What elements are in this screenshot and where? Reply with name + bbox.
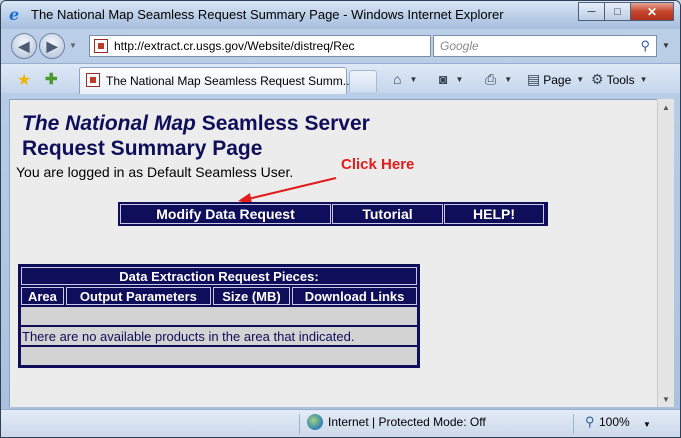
- rss-feed-icon: ◙: [439, 71, 448, 87]
- home-icon: ⌂: [393, 71, 402, 87]
- recent-pages-dropdown-icon[interactable]: ▼: [69, 41, 77, 50]
- search-input[interactable]: Google ⚲: [433, 35, 657, 57]
- gear-icon: ⚙: [591, 71, 604, 87]
- column-header-area: Area: [21, 287, 64, 305]
- new-tab-button[interactable]: [349, 70, 377, 92]
- tab-row: ★ ✚ The National Map Seamless Request Su…: [1, 63, 680, 94]
- table-header-row: Area Output Parameters Size (MB) Downloa…: [21, 287, 417, 305]
- page-dropdown-icon: ▼: [576, 75, 585, 84]
- status-divider: [299, 414, 300, 434]
- search-provider-dropdown-icon[interactable]: ▼: [662, 41, 670, 50]
- close-button[interactable]: ✕: [630, 2, 674, 21]
- zoom-level[interactable]: 100%: [599, 415, 630, 429]
- tab-favicon-icon: [86, 73, 100, 87]
- table-title-row: Data Extraction Request Pieces:: [21, 267, 417, 285]
- feeds-dropdown-icon[interactable]: ▼: [455, 75, 463, 84]
- feeds-button[interactable]: ◙ ▼: [439, 71, 463, 87]
- window-controls: ─ □ ✕: [578, 2, 674, 21]
- table-row: [21, 347, 417, 365]
- address-url[interactable]: http://extract.cr.usgs.gov/Website/distr…: [114, 39, 366, 53]
- tab-label: The National Map Seamless Request Summ..…: [106, 74, 353, 88]
- maximize-button[interactable]: □: [604, 2, 631, 21]
- request-pieces-table: Data Extraction Request Pieces: Area Out…: [18, 264, 420, 368]
- empty-cell: [21, 347, 417, 365]
- page-viewport: The National Map Seamless Server Request…: [9, 99, 657, 407]
- empty-cell: [21, 307, 417, 325]
- back-arrow-icon: ◀: [18, 37, 30, 54]
- security-zone-text[interactable]: Internet | Protected Mode: Off: [328, 415, 486, 429]
- column-header-output-parameters: Output Parameters: [65, 287, 211, 305]
- modify-data-request-button[interactable]: Modify Data Request: [120, 204, 331, 224]
- forward-button[interactable]: ▶: [39, 33, 65, 59]
- ie-logo-icon: e: [9, 5, 20, 24]
- action-nav-bar: Modify Data Request Tutorial HELP!: [118, 202, 548, 226]
- table-title: Data Extraction Request Pieces:: [21, 267, 417, 285]
- page-favicon-icon: [94, 39, 108, 53]
- printer-icon: ⎙: [485, 71, 497, 87]
- page-menu-label: Page: [543, 72, 572, 87]
- zoom-icon[interactable]: ⚲: [585, 414, 595, 430]
- vertical-scrollbar[interactable]: ▲ ▼: [657, 99, 674, 407]
- status-bar: Internet | Protected Mode: Off ⚲ 100% ▼: [1, 409, 680, 437]
- tools-menu-label: Tools: [606, 72, 635, 87]
- address-row: ◀ ▶ ▼ http://extract.cr.usgs.gov/Website…: [1, 31, 680, 61]
- page-menu[interactable]: ▤ Page ▼: [527, 71, 584, 88]
- window-title: The National Map Seamless Request Summar…: [31, 7, 504, 22]
- tutorial-button[interactable]: Tutorial: [332, 204, 443, 224]
- no-products-message: There are no available products in the a…: [21, 327, 417, 345]
- search-placeholder: Google: [440, 39, 479, 53]
- zoom-dropdown-icon[interactable]: ▼: [643, 420, 651, 429]
- back-button[interactable]: ◀: [11, 33, 37, 59]
- help-button[interactable]: HELP!: [444, 204, 544, 224]
- home-dropdown-icon[interactable]: ▼: [409, 75, 417, 84]
- tools-dropdown-icon: ▼: [639, 75, 648, 84]
- address-bar[interactable]: http://extract.cr.usgs.gov/Website/distr…: [89, 35, 509, 59]
- page-icon: ▤: [527, 71, 541, 87]
- tools-menu[interactable]: ⚙ Tools ▼: [591, 71, 648, 88]
- home-button[interactable]: ⌂ ▼: [393, 71, 417, 87]
- tab-active[interactable]: The National Map Seamless Request Summ..…: [79, 67, 353, 94]
- column-header-download-links: Download Links: [292, 287, 417, 305]
- table-row: [21, 307, 417, 325]
- forward-arrow-icon: ▶: [46, 37, 58, 54]
- add-favorites-icon[interactable]: ✚: [45, 70, 58, 88]
- print-dropdown-icon[interactable]: ▼: [504, 75, 512, 84]
- search-icon[interactable]: ⚲: [640, 38, 650, 54]
- status-divider: [573, 414, 574, 434]
- print-button[interactable]: ⎙ ▼: [485, 71, 512, 88]
- scroll-up-icon[interactable]: ▲: [658, 99, 674, 115]
- minimize-button[interactable]: ─: [578, 2, 605, 21]
- column-header-size: Size (MB): [212, 287, 291, 305]
- table-row: There are no available products in the a…: [21, 327, 417, 345]
- favorites-star-icon[interactable]: ★: [17, 70, 31, 90]
- title-bar: e The National Map Seamless Request Summ…: [1, 1, 680, 29]
- browser-window: e The National Map Seamless Request Summ…: [0, 0, 681, 438]
- internet-globe-icon: [307, 414, 323, 430]
- scroll-down-icon[interactable]: ▼: [658, 391, 674, 407]
